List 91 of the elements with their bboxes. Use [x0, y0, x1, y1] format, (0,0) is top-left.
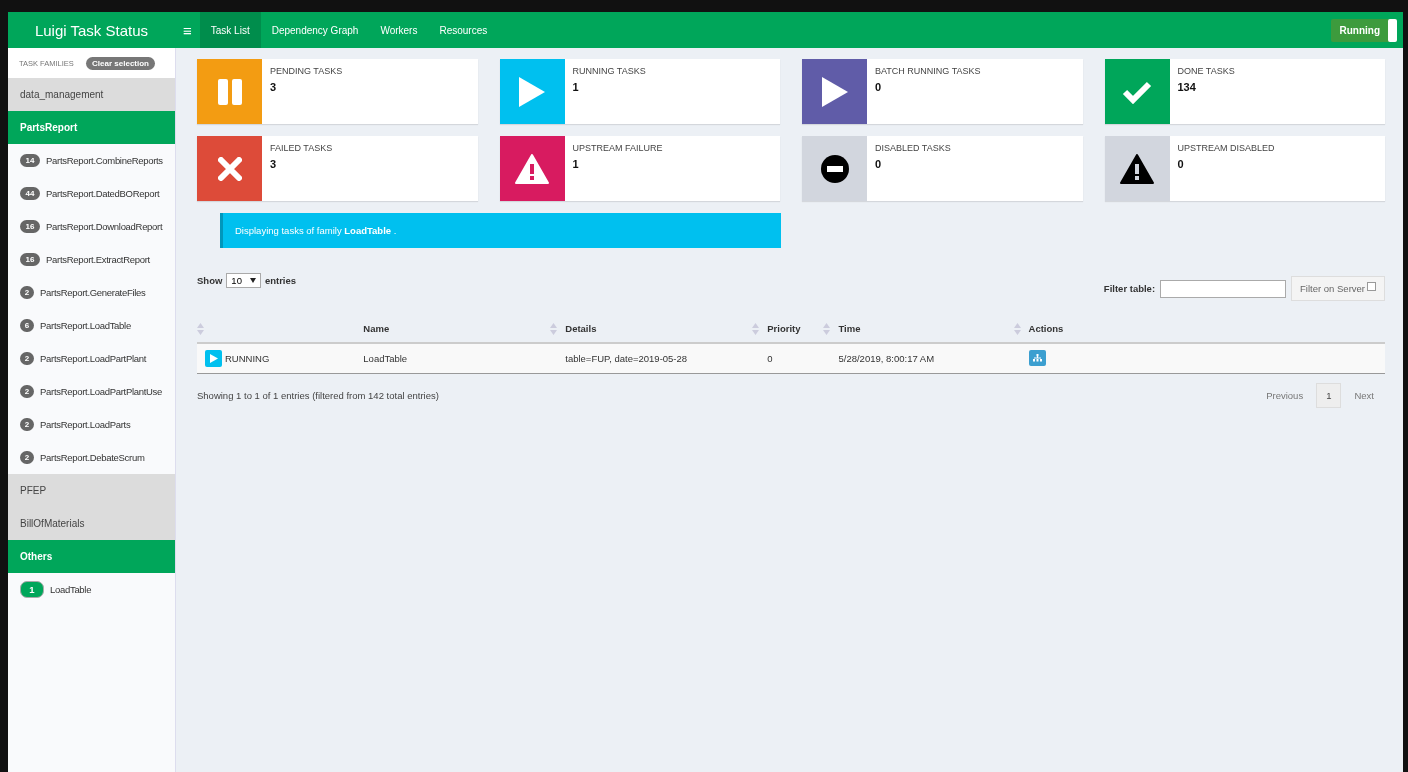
count-badge: 2 [20, 385, 34, 398]
family-name: PartsReport.LoadPartPlantUse [40, 386, 163, 397]
count-badge: 2 [20, 418, 34, 431]
family-name: PartsReport.LoadParts [40, 419, 131, 430]
table-cell: 0 [767, 353, 773, 364]
stat-value: 0 [1177, 158, 1185, 170]
family-item[interactable]: 16 PartsReport.DownloadReport [8, 210, 175, 243]
family-item[interactable]: 16 PartsReport.ExtractReport [8, 243, 175, 276]
family-name: PartsReport.LoadTable [40, 320, 131, 331]
count-badge: 1 [20, 581, 44, 598]
family-item[interactable]: 44 PartsReport.DatedBOReport [8, 177, 175, 210]
family-item[interactable]: 2 PartsReport.LoadPartPlantUse [8, 375, 175, 408]
family-item[interactable]: 2 PartsReport.DebateScrum [8, 441, 175, 474]
count-badge: 16 [20, 253, 40, 266]
family-item[interactable]: 2 PartsReport.LoadPartPlant [8, 342, 175, 375]
caret-icon [249, 278, 256, 283]
filter-label: Filter table: [1103, 283, 1156, 294]
family-name: LoadTable [50, 584, 92, 595]
count-badge: 2 [20, 451, 34, 464]
entries-label: entries [264, 275, 297, 286]
count-badge: 2 [20, 286, 34, 299]
stat-label: UPSTREAM DISABLED [1177, 143, 1275, 153]
family-group[interactable]: BillOfMaterials [8, 507, 175, 540]
table-cell: 5/28/2019, 8:00:17 AM [838, 353, 935, 364]
stat-value: 0 [875, 81, 883, 93]
family-name: PartsReport.DownloadReport [46, 221, 163, 232]
close-icon [217, 156, 242, 181]
status-toggle[interactable]: Running [1331, 18, 1397, 42]
column-header[interactable]: Priority [767, 323, 801, 334]
stat-label: FAILED TASKS [270, 143, 333, 153]
warning-icon [515, 153, 549, 184]
warning-icon [1120, 153, 1154, 184]
stat-value: 3 [270, 81, 278, 93]
stat-value: 1 [572, 81, 580, 93]
stat-label: DONE TASKS [1177, 66, 1235, 76]
sort-icon[interactable] [197, 322, 204, 335]
previous-link[interactable]: Previous [1255, 383, 1317, 408]
family-item[interactable]: 14 PartsReport.CombineReports [8, 144, 175, 177]
family-name: PartsReport.GenerateFiles [40, 287, 146, 298]
family-name: PartsReport.CombineReports [46, 155, 163, 166]
play-icon [518, 75, 546, 108]
nav-tab[interactable]: Task List [199, 12, 261, 48]
show-label: Show [197, 275, 223, 286]
column-header[interactable]: Time [838, 323, 861, 334]
stat-label: BATCH RUNNING TASKS [875, 66, 981, 76]
page-size-select[interactable]: 10 [226, 273, 261, 288]
filter-server-button[interactable]: Filter on Server [1291, 276, 1385, 301]
count-badge: 2 [20, 352, 34, 365]
family-item[interactable]: 2 PartsReport.LoadParts [8, 408, 175, 441]
stat-label: UPSTREAM FAILURE [572, 143, 663, 153]
table-cell: table=FUP, date=2019-05-28 [565, 353, 688, 364]
family-group[interactable]: data_management [8, 78, 175, 111]
stat-value: 134 [1177, 81, 1197, 93]
sort-icon[interactable] [752, 322, 760, 335]
family-name: PartsReport.LoadPartPlant [40, 353, 147, 364]
table-cell: RUNNING [225, 353, 270, 364]
stat-label: RUNNING TASKS [572, 66, 646, 76]
family-name: PartsReport.DatedBOReport [46, 188, 160, 199]
family-group[interactable]: PFEP [8, 474, 175, 507]
play-icon [820, 75, 849, 108]
family-item[interactable]: 1 LoadTable [8, 573, 175, 606]
minus-circle-icon [819, 153, 850, 184]
stat-value: 0 [875, 158, 883, 170]
family-item[interactable]: 6 PartsReport.LoadTable [8, 309, 175, 342]
page-button[interactable]: 1 [1316, 383, 1342, 408]
sort-icon[interactable] [823, 322, 831, 335]
stat-value: 3 [270, 158, 278, 170]
next-link[interactable]: Next [1341, 383, 1385, 408]
play-icon [205, 350, 222, 367]
table-cell: LoadTable [363, 353, 408, 364]
filter-field[interactable] [1160, 279, 1287, 298]
column-header[interactable]: Actions [1028, 323, 1064, 334]
app-title: Luigi Task Status [33, 20, 150, 41]
column-header[interactable]: Details [565, 323, 597, 334]
count-badge: 14 [20, 154, 40, 167]
stat-value: 1 [572, 158, 580, 170]
sort-icon[interactable] [1013, 322, 1021, 335]
clear-selection-button[interactable]: Clear selection [86, 56, 155, 70]
stat-label: DISABLED TASKS [875, 143, 951, 153]
sort-icon[interactable] [550, 322, 558, 335]
count-badge: 16 [20, 220, 40, 233]
column-header[interactable]: Name [363, 323, 390, 334]
info-banner: Displaying tasks of family LoadTable . [220, 213, 781, 248]
family-name: PartsReport.ExtractReport [46, 254, 150, 265]
stat-label: PENDING TASKS [270, 66, 343, 76]
family-item[interactable]: 2 PartsReport.GenerateFiles [8, 276, 175, 309]
family-name: PartsReport.DebateScrum [40, 452, 145, 463]
count-badge: 44 [20, 187, 40, 200]
check-icon [1122, 79, 1152, 104]
table-summary: Showing 1 to 1 of 1 entries (filtered from 142 total entries) [197, 390, 439, 401]
count-badge: 6 [20, 319, 34, 332]
